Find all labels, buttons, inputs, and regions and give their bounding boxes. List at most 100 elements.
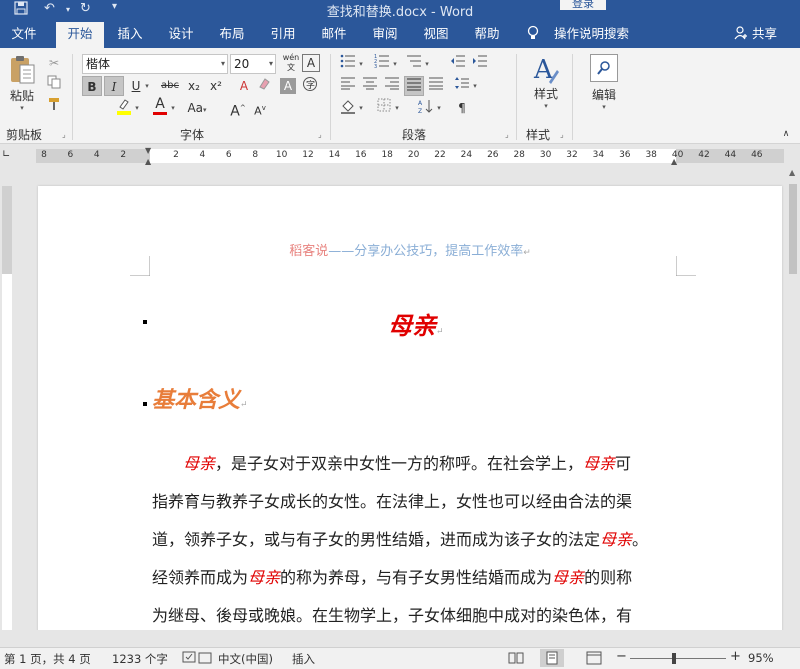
page-header[interactable]: 稻客说——分享办公技巧，提高工作效率↵ bbox=[38, 240, 782, 259]
body-line[interactable]: 道，领养子女，或与有子女的男性结婚，进而成为该子女的法定母亲。 bbox=[152, 526, 648, 550]
tab-home[interactable]: 开始 bbox=[56, 22, 104, 48]
char-border-icon[interactable]: A bbox=[302, 54, 320, 72]
bullets-dropdown-icon[interactable]: ▾ bbox=[356, 54, 366, 74]
clipboard-launcher-icon[interactable]: ⌟ bbox=[62, 130, 66, 139]
underline-dropdown-icon[interactable]: ▾ bbox=[142, 76, 152, 96]
paste-button[interactable]: 粘贴 ▾ bbox=[6, 54, 38, 112]
show-marks-icon[interactable]: ¶ bbox=[452, 98, 472, 118]
borders-dropdown-icon[interactable]: ▾ bbox=[392, 98, 402, 118]
scroll-up-icon[interactable]: ▲ bbox=[789, 168, 795, 177]
document-page[interactable]: 稻客说——分享办公技巧，提高工作效率↵ 母亲↵ 基本含义↵ 母亲，是子女对于双亲… bbox=[38, 186, 782, 630]
language-indicator[interactable]: 中文(中国) bbox=[218, 651, 273, 667]
grow-font-button[interactable]: A^ bbox=[228, 98, 248, 120]
zoom-slider-track[interactable] bbox=[630, 658, 726, 659]
font-color-icon[interactable]: A bbox=[150, 96, 170, 116]
italic-button[interactable]: I bbox=[104, 76, 124, 96]
line-spacing-dropdown-icon[interactable]: ▾ bbox=[470, 76, 480, 96]
strikethrough-button[interactable]: abc bbox=[160, 76, 180, 96]
body-line[interactable]: 为继母、後母或晚娘。在生物学上，子女体细胞中成对的染色体，有 bbox=[152, 602, 632, 626]
borders-icon[interactable] bbox=[374, 98, 394, 118]
change-case-button[interactable]: Aa▾ bbox=[184, 98, 210, 118]
shrink-font-button[interactable]: Av bbox=[250, 98, 270, 118]
highlight-dropdown-icon[interactable]: ▾ bbox=[132, 98, 142, 118]
tab-insert[interactable]: 插入 bbox=[110, 20, 150, 48]
tab-view[interactable]: 视图 bbox=[416, 20, 456, 48]
multilevel-list-icon[interactable] bbox=[404, 54, 424, 74]
body-line[interactable]: 经领养而成为母亲的称为养母，与有子女男性结婚而成为母亲的则称 bbox=[152, 564, 632, 588]
highlight-icon[interactable] bbox=[114, 98, 134, 118]
enclose-characters-icon[interactable]: 字 bbox=[300, 76, 320, 96]
numbering-dropdown-icon[interactable]: ▾ bbox=[390, 54, 400, 74]
superscript-button[interactable]: x² bbox=[206, 76, 226, 96]
styles-button[interactable]: A 样式 ▾ bbox=[526, 54, 566, 116]
horizontal-ruler[interactable]: ∟ 8 6 4 2 2 4 6 8 10 12 14 16 18 20 22 24 26 28 30 32 34 36 38… bbox=[0, 144, 800, 168]
cut-icon[interactable]: ✂ bbox=[44, 53, 64, 73]
editing-button[interactable]: 编辑 ▾ bbox=[584, 54, 624, 116]
tab-selector-icon[interactable]: ∟ bbox=[2, 149, 10, 160]
subscript-button[interactable]: x₂ bbox=[184, 76, 204, 96]
tab-help[interactable]: 帮助 bbox=[467, 20, 507, 48]
font-launcher-icon[interactable]: ⌟ bbox=[318, 130, 322, 139]
proofing-icon[interactable] bbox=[182, 651, 198, 668]
multilevel-dropdown-icon[interactable]: ▾ bbox=[422, 54, 432, 74]
macro-icon[interactable] bbox=[198, 652, 212, 667]
font-size-combo[interactable]: 20 ▾ bbox=[230, 54, 276, 74]
font-name-combo[interactable]: 楷体 ▾ bbox=[82, 54, 228, 74]
web-layout-icon[interactable] bbox=[586, 651, 602, 668]
paste-dropdown-icon[interactable]: ▾ bbox=[6, 104, 38, 112]
share-button[interactable]: 共享 bbox=[752, 20, 777, 48]
bold-button[interactable]: B bbox=[82, 76, 102, 96]
zoom-level[interactable]: 95% bbox=[748, 651, 774, 665]
align-center-icon[interactable] bbox=[360, 76, 380, 96]
line-spacing-icon[interactable] bbox=[452, 76, 472, 96]
first-line-indent-icon[interactable]: ▼ bbox=[145, 146, 151, 155]
sort-dropdown-icon[interactable]: ▾ bbox=[434, 98, 444, 118]
copy-icon[interactable] bbox=[44, 75, 64, 95]
decrease-indent-icon[interactable] bbox=[448, 54, 468, 74]
tab-mailings[interactable]: 邮件 bbox=[314, 20, 354, 48]
clear-formatting-icon[interactable] bbox=[254, 76, 274, 96]
right-indent-icon[interactable]: ▲ bbox=[671, 157, 677, 166]
heading-basic-meaning[interactable]: 基本含义↵ bbox=[152, 382, 248, 414]
tab-layout[interactable]: 布局 bbox=[212, 20, 252, 48]
tell-me-search[interactable]: 操作说明搜索 bbox=[554, 20, 629, 48]
document-area[interactable]: 稻客说——分享办公技巧，提高工作效率↵ 母亲↵ 基本含义↵ 母亲，是子女对于双亲… bbox=[14, 168, 786, 630]
zoom-slider-thumb[interactable] bbox=[672, 653, 676, 664]
page-count[interactable]: 第 1 页，共 4 页 bbox=[4, 651, 91, 667]
justify-icon[interactable] bbox=[404, 76, 424, 96]
zoom-out-button[interactable]: − bbox=[616, 649, 627, 664]
tab-file[interactable]: 文件 bbox=[4, 20, 44, 48]
distributed-icon[interactable] bbox=[426, 76, 446, 96]
collapse-ribbon-icon[interactable]: ∧ bbox=[776, 124, 796, 144]
shading-dropdown-icon[interactable]: ▾ bbox=[356, 98, 366, 118]
character-shading-icon[interactable]: A bbox=[280, 78, 296, 94]
scrollbar-thumb[interactable] bbox=[789, 184, 797, 274]
numbering-icon[interactable]: 123 bbox=[372, 54, 392, 74]
align-right-icon[interactable] bbox=[382, 76, 402, 96]
text-effects-icon[interactable]: A bbox=[234, 76, 254, 96]
tab-review[interactable]: 审阅 bbox=[365, 20, 405, 48]
align-left-icon[interactable] bbox=[338, 76, 358, 96]
word-count[interactable]: 1233 个字 bbox=[112, 651, 168, 667]
zoom-in-button[interactable]: + bbox=[730, 649, 741, 664]
sort-icon[interactable]: AZ bbox=[416, 98, 436, 118]
login-button[interactable]: 登录 bbox=[560, 0, 606, 10]
read-mode-icon[interactable] bbox=[508, 651, 524, 668]
body-line[interactable]: 指养育与教养子女成长的女性。在法律上，女性也可以经由合法的渠 bbox=[152, 488, 632, 512]
vertical-scrollbar[interactable]: ▲ bbox=[786, 168, 800, 630]
font-color-dropdown-icon[interactable]: ▾ bbox=[168, 98, 178, 118]
phonetic-guide-icon[interactable]: wén 文 bbox=[280, 53, 302, 73]
increase-indent-icon[interactable] bbox=[470, 54, 490, 74]
body-line[interactable]: 母亲，是子女对于双亲中女性一方的称呼。在社会学上，母亲可 bbox=[183, 450, 631, 474]
hanging-indent-icon[interactable]: ▲ bbox=[145, 157, 151, 166]
tab-references[interactable]: 引用 bbox=[263, 20, 303, 48]
print-layout-icon[interactable] bbox=[540, 649, 564, 667]
tab-design[interactable]: 设计 bbox=[161, 20, 201, 48]
bullets-icon[interactable] bbox=[338, 54, 358, 74]
insert-mode-indicator[interactable]: 插入 bbox=[292, 651, 315, 667]
paragraph-launcher-icon[interactable]: ⌟ bbox=[505, 130, 509, 139]
styles-launcher-icon[interactable]: ⌟ bbox=[560, 130, 564, 139]
shading-icon[interactable] bbox=[338, 98, 358, 118]
format-painter-icon[interactable] bbox=[44, 97, 64, 117]
document-title[interactable]: 母亲↵ bbox=[388, 306, 444, 341]
